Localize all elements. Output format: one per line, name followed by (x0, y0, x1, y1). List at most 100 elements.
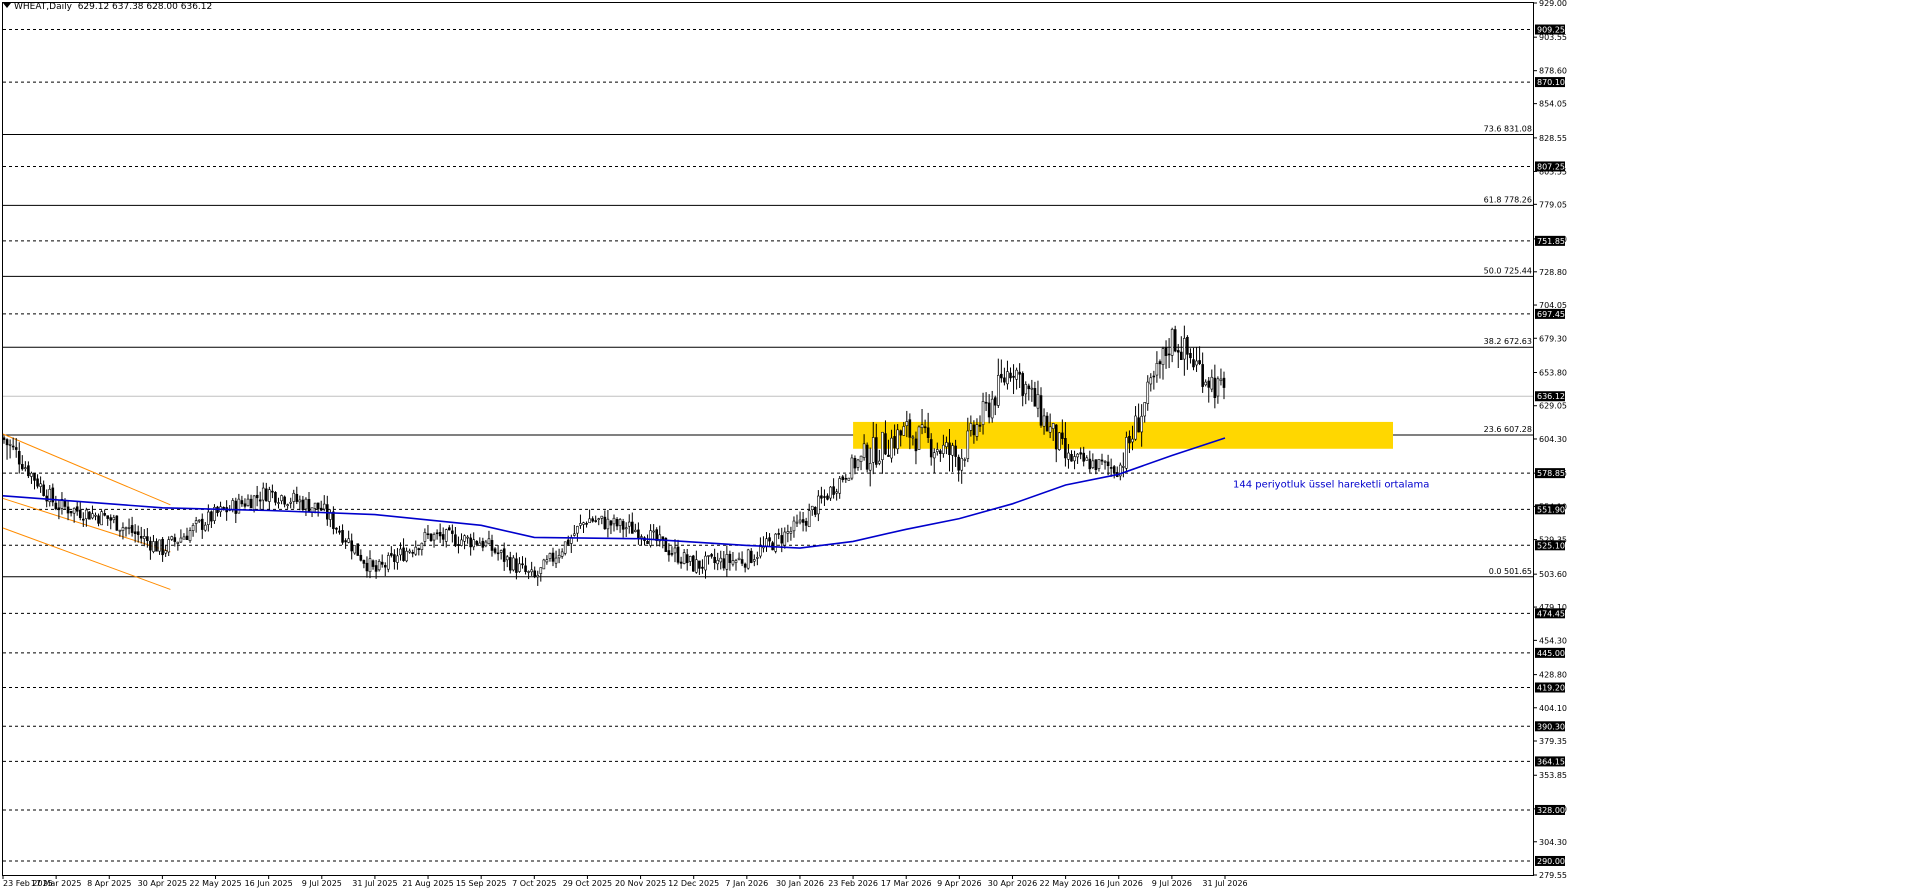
candle-body (612, 517, 616, 525)
candle-body (521, 563, 524, 566)
candle-body (731, 560, 735, 565)
candle-body (594, 520, 598, 522)
candle-body (127, 527, 131, 529)
candle-body (685, 554, 689, 564)
candle-body (990, 398, 994, 419)
candle-body (1103, 460, 1107, 463)
candle-body (210, 511, 213, 522)
candle-body (1042, 415, 1046, 427)
level-badge-label: 807.25 (1537, 162, 1565, 171)
candle-body (942, 444, 945, 454)
x-tick-label: 31 Jul 2025 (352, 879, 397, 888)
candle-body (695, 559, 698, 573)
candle-body (716, 560, 720, 565)
candle-body (1210, 376, 1214, 390)
candle-body (243, 503, 247, 507)
candle-body (1186, 336, 1189, 355)
candle-body (2, 437, 6, 440)
candle-body (472, 539, 476, 548)
candle-body (954, 445, 957, 457)
candle-body (615, 519, 619, 527)
candle-body (164, 550, 167, 554)
candle-body (838, 478, 842, 494)
candle-body (1094, 459, 1098, 471)
candle-body (710, 554, 713, 557)
fib-label: 61.8 778.26 (1484, 195, 1532, 204)
candle-body (478, 542, 482, 546)
y-tick-label: 854.05 (1539, 100, 1567, 109)
candle-body (78, 509, 82, 518)
zone-rect (853, 421, 1393, 449)
candle-body (447, 527, 451, 531)
candle-body (30, 472, 33, 477)
candle-body (405, 550, 408, 562)
candle-body (725, 554, 729, 570)
candle-body (197, 519, 201, 522)
candle-body (743, 563, 747, 568)
x-tick-label: 30 Apr 2025 (138, 879, 187, 888)
candle-body (377, 561, 381, 571)
candle-body (929, 439, 933, 458)
support-zone (853, 421, 1393, 449)
candle-body (935, 449, 939, 453)
candle-body (1128, 435, 1131, 444)
candle-body (932, 452, 936, 459)
candle-body (673, 547, 677, 554)
candle-body (505, 556, 509, 561)
candle-body (158, 539, 161, 552)
candle-body (1039, 395, 1043, 426)
candle-body (420, 542, 424, 550)
candle-body (847, 477, 851, 481)
candle-body (527, 571, 530, 573)
candle-body (557, 554, 561, 559)
candle-body (402, 547, 405, 561)
candle-body (487, 538, 491, 545)
x-tick-label: 8 Apr 2025 (87, 879, 131, 888)
candle-body (945, 442, 948, 447)
candle-body (39, 483, 42, 487)
candle-body (444, 529, 448, 542)
candle-body (36, 478, 39, 487)
candle-body (1164, 347, 1168, 356)
candle-body (813, 507, 817, 515)
candle-body (182, 536, 186, 540)
candle-body (97, 515, 100, 524)
candle-body (414, 546, 418, 555)
x-tick-label: 31 Jul 2026 (1202, 879, 1247, 888)
candle-body (862, 443, 866, 458)
candle-body (603, 516, 607, 530)
candle-body (579, 523, 582, 526)
candle-body (1167, 353, 1171, 356)
x-tick-label: 30 Apr 2026 (988, 879, 1037, 888)
candle-body (518, 563, 521, 572)
candle-body (463, 535, 466, 542)
candle-body (307, 499, 311, 513)
candle-body (231, 500, 235, 511)
price-chart[interactable]: 73.6 831.08 61.8 778.26 50.0 725.44 38.2 67… (0, 0, 1916, 888)
candle-body (393, 554, 396, 562)
candle-body (204, 524, 207, 531)
candle-body (874, 437, 878, 465)
candle-body (353, 545, 357, 554)
candle-body (252, 495, 256, 510)
candle-body (884, 433, 887, 455)
candle-body (1213, 377, 1217, 398)
candle-body (563, 541, 567, 554)
candle-body (597, 518, 601, 520)
candle-body (661, 536, 665, 540)
level-badge-label: 445.00 (1537, 649, 1565, 658)
candle-body (14, 447, 18, 450)
candle-body (878, 460, 881, 464)
candle-body (548, 553, 552, 559)
candle-body (371, 560, 375, 567)
candle-body (54, 502, 58, 510)
candle-body (149, 540, 152, 551)
candle-body (133, 531, 137, 534)
candle-body (545, 559, 549, 563)
candle-body (289, 501, 293, 504)
candle-body (786, 531, 790, 534)
candle-body (1109, 467, 1113, 469)
candle-body (801, 519, 805, 523)
candle-body (939, 450, 942, 454)
candle-body (207, 511, 210, 525)
